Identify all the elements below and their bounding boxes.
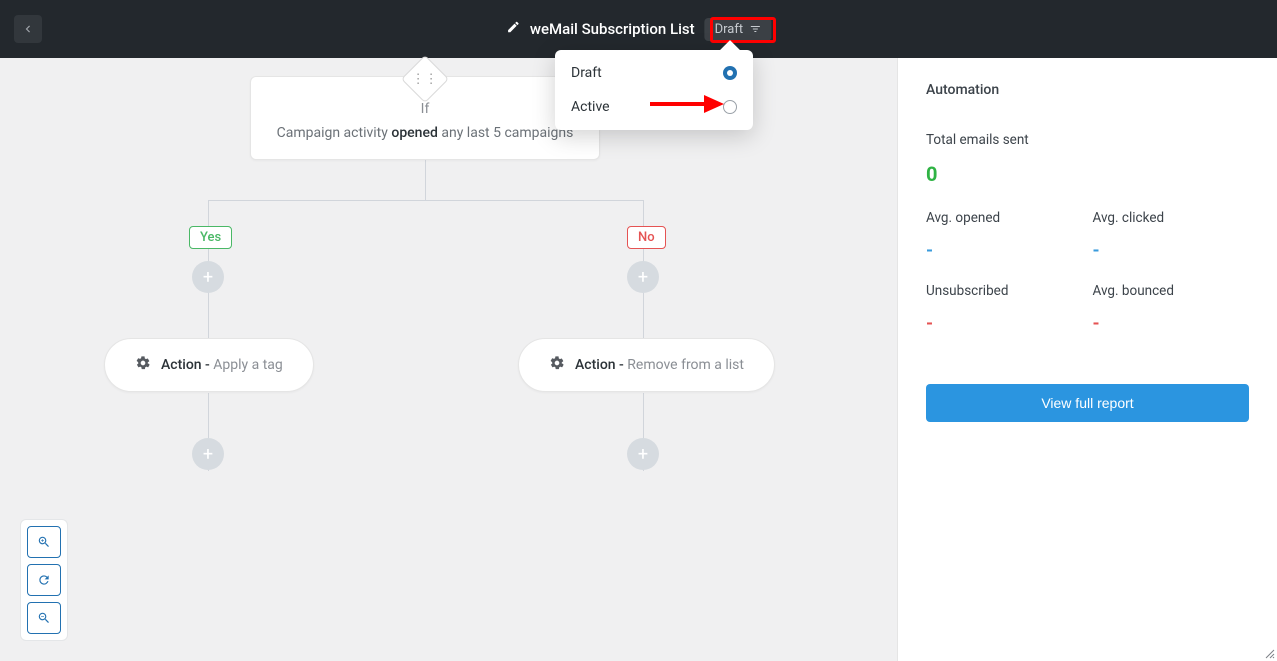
total-emails-value: 0: [926, 162, 1249, 186]
filter-lines-icon: [749, 23, 761, 35]
action-prefix: Action -: [161, 357, 210, 373]
edit-title-button[interactable]: [506, 20, 520, 38]
avg-clicked-value: -: [1093, 240, 1250, 261]
zoom-reset-button[interactable]: [27, 564, 61, 596]
avg-opened-value: -: [926, 240, 1083, 261]
back-button[interactable]: [14, 15, 42, 43]
status-option-active[interactable]: Active: [555, 90, 753, 124]
avg-opened-label: Avg. opened: [926, 210, 1083, 226]
connector: [208, 200, 643, 201]
total-emails-label: Total emails sent: [926, 132, 1249, 148]
action-node-yes[interactable]: Action - Apply a tag: [104, 338, 314, 392]
avg-bounced-value: -: [1093, 313, 1250, 334]
branch-label-yes: Yes: [189, 226, 232, 249]
unsubscribed-label: Unsubscribed: [926, 283, 1083, 299]
zoom-toolbox: [20, 519, 68, 641]
radio-unselected-icon: [723, 100, 737, 114]
add-step-button-no-2[interactable]: +: [627, 438, 659, 470]
zoom-out-button[interactable]: [27, 602, 61, 634]
automation-sidebar: Automation Total emails sent 0 Avg. open…: [897, 58, 1277, 661]
status-chip-label: Draft: [715, 22, 744, 37]
condition-if-label: If: [267, 101, 583, 117]
unsubscribed-value: -: [926, 313, 1083, 334]
pencil-icon: [506, 20, 520, 34]
branch-label-no: No: [627, 226, 666, 249]
refresh-icon: [37, 573, 51, 587]
action-prefix: Action -: [575, 357, 624, 373]
gear-icon: [549, 355, 565, 375]
flow-canvas[interactable]: ⋮⋮ If Campaign activity opened any last …: [0, 58, 897, 661]
status-popover: Draft Active: [555, 50, 753, 130]
condition-suffix: any last 5 campaigns: [441, 125, 573, 141]
action-node-no[interactable]: Action - Remove from a list: [518, 338, 775, 392]
avg-bounced-label: Avg. bounced: [1093, 283, 1250, 299]
status-option-draft[interactable]: Draft: [555, 56, 753, 90]
status-option-label: Active: [571, 99, 610, 115]
add-step-button-no-1[interactable]: +: [627, 261, 659, 293]
action-detail: Apply a tag: [213, 357, 283, 373]
view-full-report-button[interactable]: View full report: [926, 384, 1249, 422]
automation-title: weMail Subscription List: [530, 20, 695, 38]
sidebar-heading: Automation: [926, 82, 1249, 98]
action-detail: Remove from a list: [627, 357, 744, 373]
status-option-label: Draft: [571, 65, 602, 81]
add-step-button-yes-2[interactable]: +: [192, 438, 224, 470]
condition-bold: opened: [391, 125, 438, 141]
zoom-in-icon: [37, 535, 51, 549]
stats-grid: Avg. opened - Avg. clicked - Unsubscribe…: [926, 210, 1249, 334]
radio-selected-icon: [723, 66, 737, 80]
avg-clicked-label: Avg. clicked: [1093, 210, 1250, 226]
add-step-button-yes-1[interactable]: +: [192, 261, 224, 293]
connector: [425, 158, 426, 200]
zoom-in-button[interactable]: [27, 526, 61, 558]
zoom-out-icon: [37, 611, 51, 625]
status-chip[interactable]: Draft: [705, 18, 772, 41]
resize-grip-icon: [1265, 649, 1275, 659]
condition-prefix: Campaign activity: [277, 125, 388, 141]
arrow-left-icon: [21, 22, 35, 36]
gear-icon: [135, 355, 151, 375]
title-wrap: weMail Subscription List Draft: [506, 18, 771, 41]
condition-text: Campaign activity opened any last 5 camp…: [267, 125, 583, 141]
